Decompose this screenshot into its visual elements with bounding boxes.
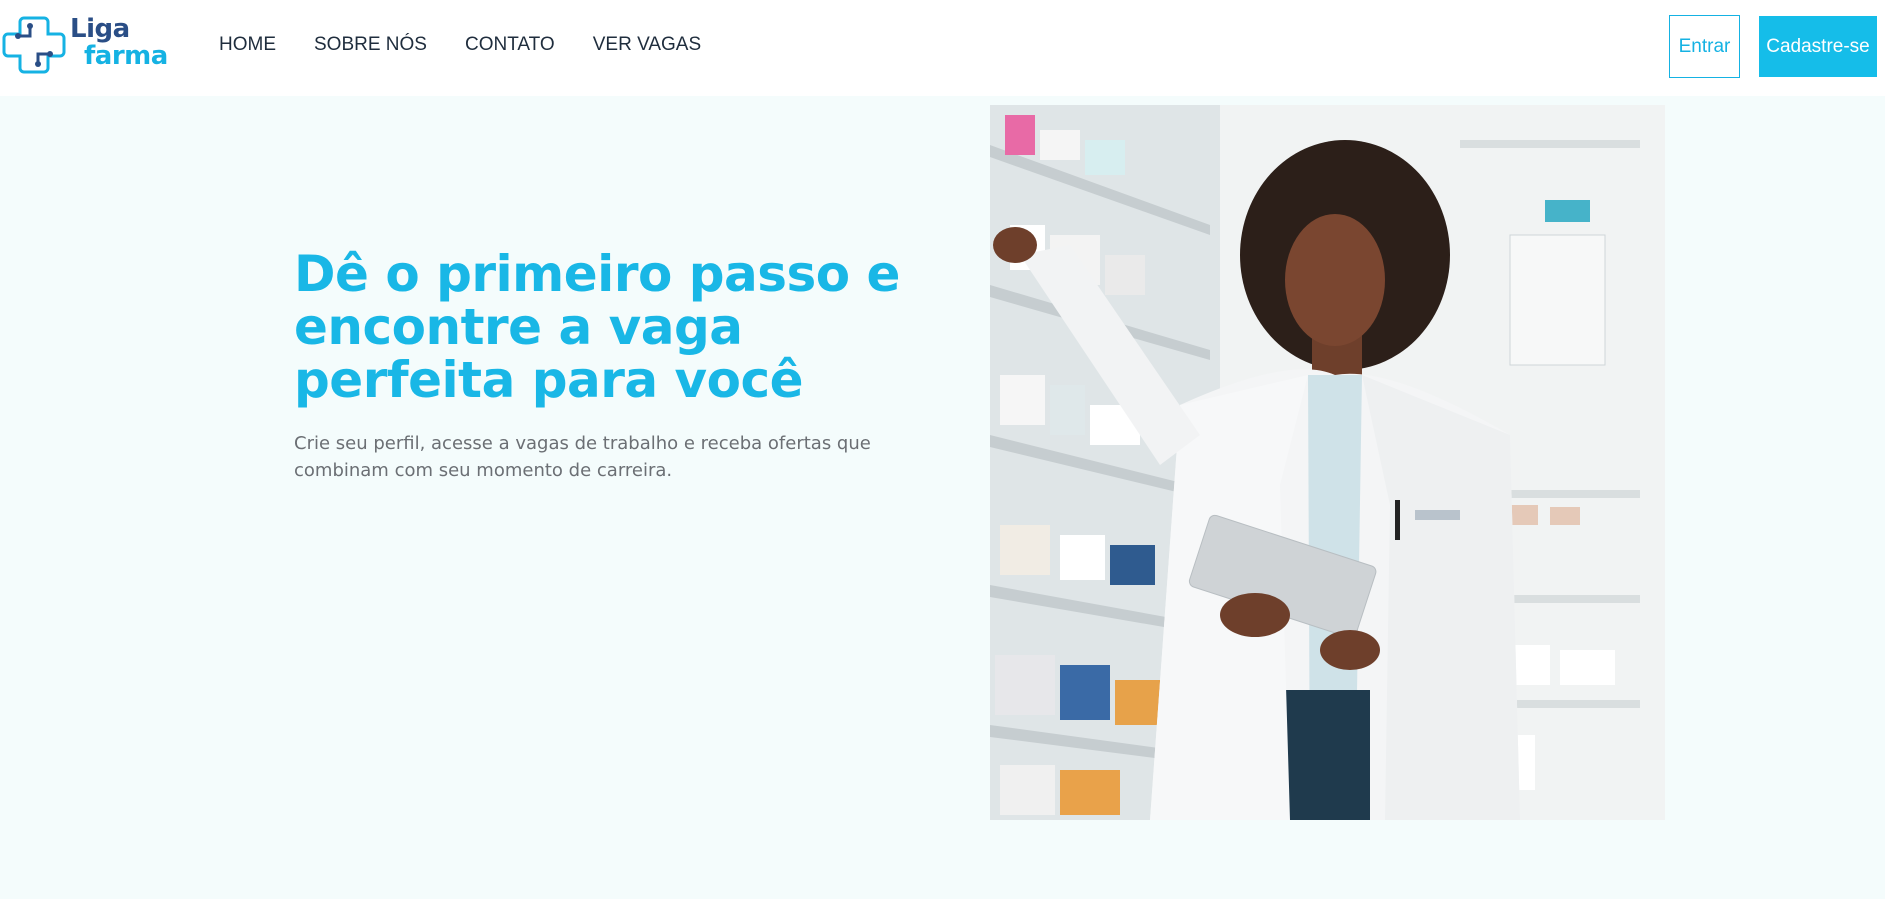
- nav-home[interactable]: HOME: [219, 34, 276, 56]
- medical-cross-icon: [2, 16, 66, 74]
- signup-button[interactable]: Cadastre-se: [1759, 16, 1877, 77]
- logo-wordmark: Liga farma: [70, 16, 168, 70]
- ligafarma-logo[interactable]: Liga farma: [2, 14, 174, 76]
- logo-word-liga: Liga: [70, 14, 130, 44]
- hero-subtitle: Crie seu perfil, acesse a vagas de traba…: [294, 433, 871, 481]
- nav-sobre-nos[interactable]: SOBRE NÓS: [314, 34, 427, 56]
- logo-word-farma: farma: [84, 41, 168, 71]
- hero-title: Dê o primeiro passo e encontre a vaga pe…: [294, 245, 900, 409]
- pharmacist-with-tablet-photo: [990, 105, 1665, 820]
- nav-contato[interactable]: CONTATO: [465, 34, 555, 56]
- site-header: Liga farma HOME SOBRE NÓS CONTATO VER VA…: [0, 0, 1885, 96]
- main-nav: HOME SOBRE NÓS CONTATO VER VAGAS: [219, 34, 701, 56]
- login-button[interactable]: Entrar: [1669, 15, 1740, 78]
- nav-ver-vagas[interactable]: VER VAGAS: [593, 34, 701, 56]
- pharmacy-scene-illustration: [990, 105, 1665, 820]
